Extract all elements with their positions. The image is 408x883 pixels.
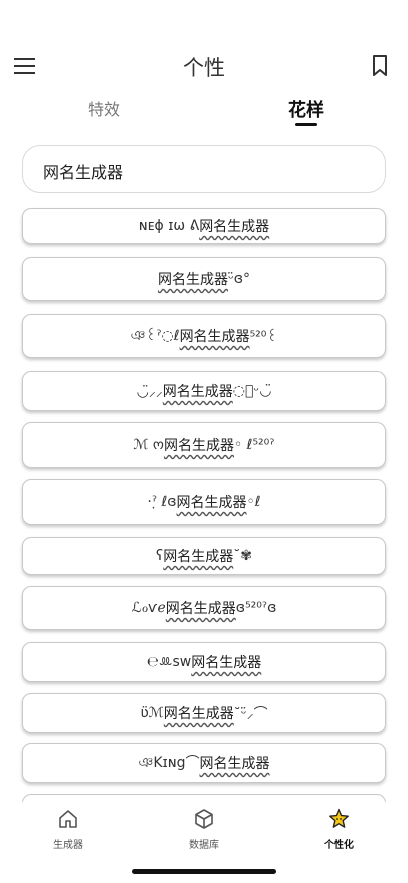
nav-label: 生成器 xyxy=(53,840,83,851)
result-name: 网名生成器 xyxy=(179,329,250,345)
result-prefix: ℳ ო xyxy=(133,437,164,453)
result-name: 网名生成器 xyxy=(191,655,262,671)
top-bar: 个性 xyxy=(0,44,408,90)
result-name: 网名生成器 xyxy=(199,219,270,235)
search-box[interactable] xyxy=(22,145,386,193)
result-prefix: ঞKɪɴg⌒ xyxy=(138,755,200,771)
result-name: 网名生成器 xyxy=(163,438,234,454)
result-name: 网名生成器 xyxy=(157,272,228,288)
result-item[interactable]: ℮ꔛsw 网名生成器 xyxy=(22,642,386,682)
result-suffix: ˘✾ xyxy=(233,548,252,564)
result-name: 网名生成器 xyxy=(165,601,236,617)
result-name: 网名生成器 xyxy=(176,495,247,511)
star-icon xyxy=(329,808,349,828)
cube-icon xyxy=(195,809,213,829)
result-item[interactable]: ◡̈⸝⸝ 网名生成器 ◌⃝ᵕ◡̈ xyxy=(22,371,386,411)
result-suffix: ɞ⁵²⁰ˀɞ xyxy=(235,600,277,616)
nav-database[interactable]: 数据库 xyxy=(164,808,244,851)
result-prefix: ◡̈⸝⸝ xyxy=(136,383,163,400)
result-item[interactable]: ʋ̈ℳ 网名生成器 ˘ᵕ̈⸝⌒ xyxy=(22,693,386,733)
tab-patterns[interactable]: 花样 xyxy=(288,96,324,122)
result-prefix: ɴᴇɸ ɪω ᕕ xyxy=(138,218,200,234)
result-item[interactable]: ℳ ო 网名生成器 ◦ ℓ⁵²⁰ˀ xyxy=(22,422,386,468)
result-item[interactable]: ɴᴇɸ ɪω ᕕ 网名生成器 xyxy=(22,208,386,244)
result-name: 网名生成器 xyxy=(163,706,234,722)
result-prefix: ·ˀ̣ ℓɞ xyxy=(147,494,177,510)
nav-label: 数据库 xyxy=(189,840,219,851)
tab-effects[interactable]: 特效 xyxy=(88,96,120,120)
result-suffix: ˘ᵕ̈⸝⌒ xyxy=(233,706,268,722)
result-suffix: ᵕ̈ɞ° xyxy=(227,271,251,287)
result-prefix: ℒℴѵℯ xyxy=(131,600,166,616)
result-suffix: ◦ℓ xyxy=(246,494,261,510)
nav-label: 个性化 xyxy=(324,840,354,851)
nav-personalize[interactable]: 个性化 xyxy=(299,808,379,851)
result-prefix: ʋ̈ℳ xyxy=(140,705,164,721)
result-suffix: ◦ ℓ⁵²⁰ˀ xyxy=(233,437,275,453)
result-suffix: ⁵²⁰꒰ xyxy=(249,329,278,345)
result-prefix: ঞ꒰ˀ◌ℓ xyxy=(130,328,180,344)
result-name: 网名生成器 xyxy=(163,549,234,565)
result-item[interactable]: ℒℴѵℯ 网名生成器 ɞ⁵²⁰ˀɞ xyxy=(22,586,386,630)
result-item[interactable]: ঞ꒰ˀ◌ℓ 网名生成器 ⁵²⁰꒰ xyxy=(22,314,386,358)
search-input[interactable] xyxy=(41,156,365,186)
bottom-navigation: 生成器 数据库 个性化 xyxy=(0,802,408,862)
nav-generator[interactable]: 生成器 xyxy=(28,808,108,851)
bookmark-icon[interactable] xyxy=(368,53,392,79)
result-item[interactable]: ʕ 网名生成器 ˘✾ xyxy=(22,537,386,575)
page-title: 个性 xyxy=(183,56,225,80)
result-prefix: ʕ xyxy=(156,548,164,564)
result-prefix: ℮ꔛsw xyxy=(146,654,192,670)
result-item[interactable]: ·ˀ̣ ℓɞ 网名生成器 ◦ℓ xyxy=(22,479,386,525)
result-item[interactable]: 网名生成器 ᵕ̈ɞ° xyxy=(22,257,386,301)
result-name: 网名生成器 xyxy=(162,384,233,400)
result-suffix: ◌⃝ᵕ◡̈ xyxy=(232,383,272,399)
tab-bar: 特效 花样 xyxy=(0,92,408,132)
home-indicator xyxy=(132,869,276,874)
result-item[interactable]: ঞKɪɴg⌒ 网名生成器 xyxy=(22,743,386,783)
result-name: 网名生成器 xyxy=(199,756,270,772)
home-icon xyxy=(59,810,77,828)
active-tab-indicator xyxy=(295,123,317,126)
